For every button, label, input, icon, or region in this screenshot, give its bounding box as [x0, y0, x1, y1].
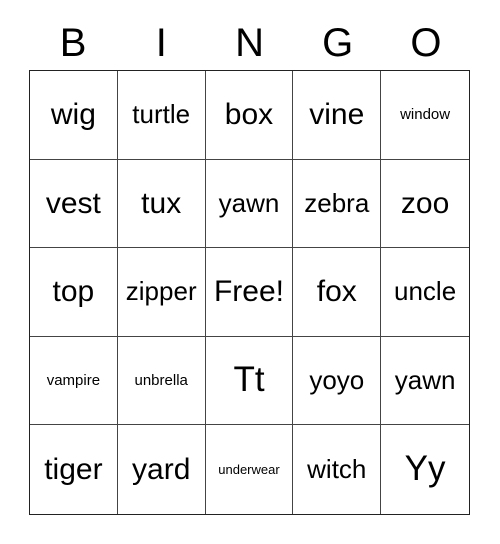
bingo-cell-r2c4[interactable]: zebra [293, 159, 382, 249]
bingo-card: BINGO wig turtle box vine window vest tux yawn z… [0, 0, 500, 544]
bingo-header-letter-i: I [155, 21, 167, 65]
bingo-cell-label: top [52, 275, 95, 309]
bingo-cell-r3c2[interactable]: zipper [117, 248, 206, 337]
bingo-cell-r2c5[interactable]: zoo [381, 159, 469, 249]
bingo-cell-r1c2[interactable]: turtle [117, 71, 206, 160]
bingo-cell-r3c4[interactable]: fox [293, 248, 382, 337]
bingo-cell-label: underwear [218, 461, 280, 477]
bingo-cell-label: zebra [304, 187, 370, 218]
bingo-header-letter-g: G [322, 21, 354, 65]
bingo-cell-r5c4[interactable]: witch [293, 425, 382, 514]
bingo-cell-label: window [400, 105, 451, 123]
bingo-cell-label: Tt [233, 360, 265, 400]
bingo-cell-label: zoo [400, 186, 450, 220]
bingo-cell-label: yard [132, 452, 191, 486]
bingo-cell-r3c5[interactable]: uncle [381, 248, 469, 337]
bingo-cell-r4c3[interactable]: Tt [205, 336, 294, 426]
bingo-cell-r1c4[interactable]: vine [293, 71, 382, 160]
bingo-cell-label: yawn [218, 187, 280, 218]
bingo-cell-r2c3[interactable]: yawn [205, 159, 294, 249]
bingo-cell-label: vest [45, 186, 101, 220]
bingo-cell-label: zipper [125, 276, 197, 307]
bingo-cell-label: uncle [394, 276, 457, 307]
bingo-cell-r2c1[interactable]: vest [30, 159, 118, 249]
bingo-cell-label: tux [141, 186, 182, 220]
bingo-cell-r1c1[interactable]: wig [30, 71, 118, 160]
bingo-header-letter-o: O [410, 21, 442, 65]
bingo-grid: wig turtle box vine window vest tux yawn zebra zo… [29, 70, 470, 515]
bingo-cell-label: turtle [132, 99, 191, 130]
bingo-cell-label: vampire [46, 371, 101, 389]
bingo-cell-label: unbrella [134, 371, 188, 389]
bingo-cell-label: Free! [213, 275, 284, 309]
bingo-header-letter-b: B [59, 21, 87, 65]
bingo-cell-label: vine [309, 98, 365, 132]
bingo-cell-r2c2[interactable]: tux [117, 159, 206, 249]
bingo-cell-label: wig [50, 98, 96, 132]
bingo-cell-r3c1[interactable]: top [30, 248, 118, 337]
bingo-cell-r1c5[interactable]: window [381, 71, 469, 160]
bingo-cell-r4c4[interactable]: yoyo [293, 336, 382, 426]
bingo-cell-r4c2[interactable]: unbrella [117, 336, 206, 426]
bingo-cell-r5c3[interactable]: underwear [205, 425, 294, 514]
bingo-cell-r3c3[interactable]: Free! [205, 248, 294, 337]
bingo-cell-label: yoyo [309, 364, 365, 395]
bingo-cell-label: tiger [44, 452, 103, 486]
bingo-header-row: BINGO [29, 18, 470, 68]
bingo-cell-label: box [224, 98, 274, 132]
bingo-cell-label: yawn [394, 364, 456, 395]
bingo-cell-label: Yy [404, 449, 446, 489]
bingo-header-letter-n: N [235, 21, 264, 65]
bingo-cell-r5c1[interactable]: tiger [30, 425, 118, 514]
bingo-cell-r5c5[interactable]: Yy [381, 425, 469, 514]
bingo-cell-r4c1[interactable]: vampire [30, 336, 118, 426]
bingo-cell-r5c2[interactable]: yard [117, 425, 206, 514]
bingo-cell-label: witch [307, 454, 367, 485]
bingo-cell-r1c3[interactable]: box [205, 71, 294, 160]
bingo-cell-label: fox [316, 275, 357, 309]
bingo-cell-r4c5[interactable]: yawn [381, 336, 469, 426]
